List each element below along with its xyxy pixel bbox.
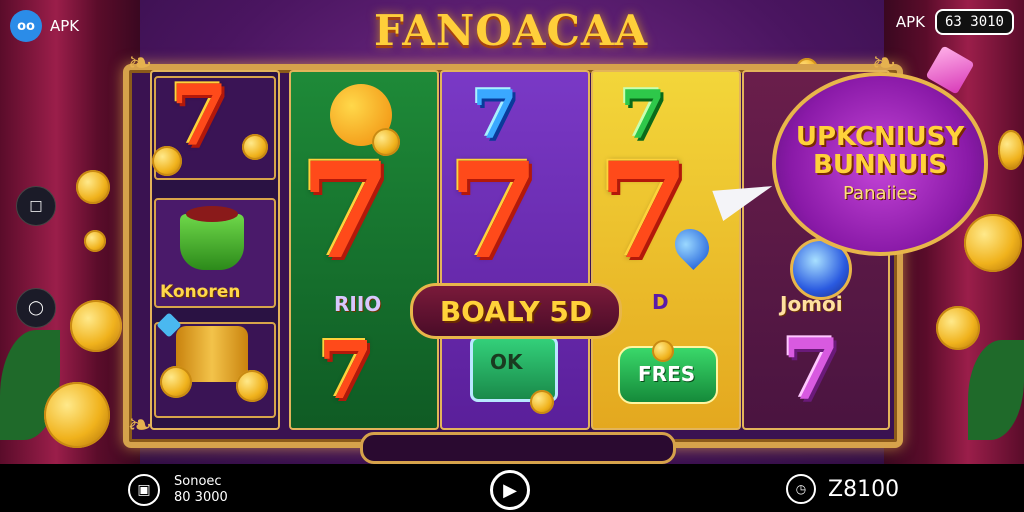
- wallet-section[interactable]: ▣ Sonoec 80 3000: [128, 474, 228, 506]
- coin: [236, 370, 268, 402]
- footer-label: Sonoec: [174, 474, 222, 489]
- coin: [936, 306, 980, 350]
- coin: [84, 230, 106, 252]
- reel-scrollbar[interactable]: [360, 432, 676, 464]
- coin: [70, 300, 122, 352]
- seven-symbol: 7: [318, 323, 374, 417]
- coin: [530, 390, 554, 414]
- cup-contents: [186, 206, 238, 222]
- coin: [44, 382, 110, 448]
- seven-symbol: 7: [782, 320, 841, 419]
- game-title: FANOACAA: [373, 6, 649, 55]
- coin: [76, 170, 110, 204]
- footer-amount: 80 3000: [174, 490, 228, 505]
- play-icon[interactable]: ▶: [490, 470, 530, 510]
- reel-1-tile-label: Konoren: [160, 282, 241, 302]
- seven-symbol: 7: [170, 66, 229, 165]
- apk-logo-icon: oo: [10, 10, 42, 42]
- apk-label-right: APK: [895, 13, 925, 31]
- apk-header-left[interactable]: oo APK: [10, 10, 79, 42]
- ok-label: OK: [490, 350, 523, 374]
- free-spins-label: FRES: [638, 362, 696, 386]
- apk-label: APK: [50, 17, 80, 35]
- coin: [998, 130, 1024, 170]
- reel-4-label: D: [652, 290, 669, 314]
- coin: [964, 214, 1022, 272]
- wallet-icon: ▣: [128, 474, 160, 506]
- seven-symbol: 7: [598, 134, 690, 289]
- seven-symbol: 7: [448, 134, 540, 289]
- coin: [242, 134, 268, 160]
- bonus-badge[interactable]: UPKCNIUSY BUNNUIS Panaiies: [772, 72, 988, 256]
- bonus-line-2: BUNNUIS: [813, 149, 947, 180]
- back-icon[interactable]: □: [16, 186, 56, 226]
- bonus-line-3: Panaiies: [843, 182, 917, 204]
- reel-2-label: RIIO: [334, 292, 382, 316]
- win-banner: BOALY 5D: [410, 283, 622, 339]
- balance-display: 63 3010: [934, 9, 1014, 35]
- apk-header-right: APK 63 3010: [896, 9, 1014, 35]
- cup-icon: [180, 214, 244, 270]
- coin: [152, 146, 182, 176]
- footer-total: Z8100: [828, 476, 900, 502]
- total-section: ◷ Z8100: [786, 474, 899, 504]
- clock-icon: ◷: [786, 474, 816, 504]
- bonus-line-1: UPKCNIUSY: [795, 122, 965, 153]
- reel-5-label: Jomoi: [780, 292, 843, 316]
- coin: [160, 366, 192, 398]
- share-icon[interactable]: ◯: [16, 288, 56, 328]
- coin: [652, 340, 674, 362]
- seven-symbol: 7: [300, 134, 392, 289]
